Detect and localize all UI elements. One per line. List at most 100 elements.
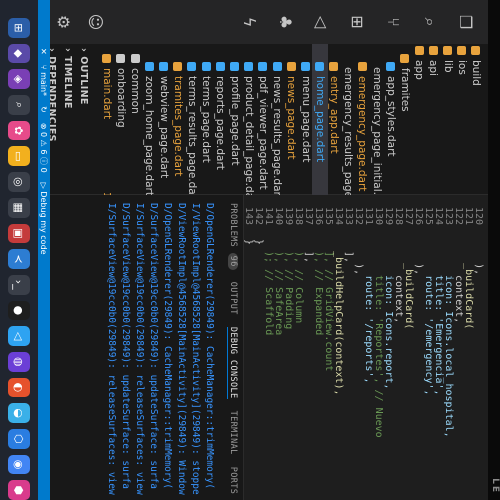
code-line[interactable]: ), // Expanded (313, 239, 324, 335)
dart-file-icon (272, 62, 282, 71)
start-menu-icon[interactable]: ⊞ (8, 18, 30, 38)
explorer-item[interactable]: profile_page.dart (227, 44, 243, 212)
explorer-item[interactable]: lib (440, 44, 456, 196)
files-icon[interactable]: ❐ (454, 10, 478, 34)
explorer-item[interactable]: emergency_page_initial.dart (369, 44, 385, 217)
explorer-item[interactable]: news_page.dart2 (283, 44, 299, 212)
python-icon[interactable]: ♣ (274, 10, 298, 34)
code-line[interactable]: } (253, 239, 264, 245)
search-icon[interactable]: ⌕ (418, 10, 442, 34)
code-line[interactable]: title: 'Emergencia', (433, 239, 444, 395)
outline-section[interactable]: › OUTLINE (76, 44, 92, 194)
code-line[interactable]: icon: Icons.report, (383, 239, 394, 389)
tab-problems[interactable]: PROBLEMS 96 (228, 203, 238, 270)
app-orange-icon[interactable]: ◐ (8, 377, 30, 398)
line-number: 129 (383, 206, 394, 225)
chrome-canary-icon[interactable]: ◎ (8, 172, 30, 192)
explorer-item-label: news_results_page.dart (271, 76, 284, 200)
flutter-taskbar-icon[interactable]: ◁ (8, 326, 30, 346)
code-line[interactable]: ), // Padding (283, 239, 294, 329)
search-taskbar-icon[interactable]: ⌕ (8, 95, 30, 115)
bolt-icon[interactable]: ϟ (238, 10, 262, 34)
code-line[interactable]: ), // SafeArea (273, 239, 284, 335)
code-line[interactable]: icon: Icons.local_hospital, (443, 239, 454, 438)
explorer-item[interactable]: main.dart1 (99, 44, 115, 204)
explorer-item[interactable]: ios (454, 44, 470, 196)
explorer-panel: build ios lib api app framites app_styles.dart… (38, 44, 488, 223)
tab-debug-console[interactable]: DEBUG CONSOLE (227, 326, 239, 399)
gear-icon[interactable]: ⚙ (52, 10, 76, 34)
explorer-item[interactable]: entry_app.dart1 (326, 44, 342, 212)
explorer-item[interactable]: terms_page.dart (198, 44, 214, 212)
app-pink-icon[interactable]: ⬢ (8, 480, 30, 500)
explorer-item[interactable]: news_results_page.dart (269, 44, 285, 212)
source-control-icon[interactable]: ⑂ (382, 10, 406, 34)
explorer-item[interactable]: app_styles.dart (383, 44, 399, 212)
code-line[interactable]: ), (413, 239, 424, 275)
code-line[interactable]: context, (453, 239, 464, 323)
explorer-item[interactable]: app (411, 44, 427, 196)
code-editor[interactable]: 120 ), 121 _buildCard(122 context, 123 ico… (243, 195, 488, 500)
problems-indicator[interactable]: ⊗ 0 ⚠ 6 ⓘ 0 (39, 123, 50, 173)
folder-icon (471, 46, 481, 55)
code-line[interactable]: ), (353, 239, 364, 275)
code-line[interactable]: context, (393, 239, 404, 323)
timeline-section[interactable]: › TIMELINE (60, 44, 76, 194)
edge-icon[interactable]: ◒ (8, 403, 30, 423)
code-line[interactable]: _buildHelpCard(context), (333, 239, 344, 396)
app-red-icon[interactable]: ▣ (8, 223, 30, 244)
explorer-item[interactable]: webview_page.dart (156, 44, 172, 212)
code-line[interactable]: route: '/reports', (363, 239, 374, 383)
code-line[interactable]: route: '/emergency', (423, 239, 434, 395)
code-line[interactable]: ], (343, 239, 354, 263)
explorer-item[interactable]: home_page.dartM (311, 44, 328, 212)
explorer-item[interactable]: emergency_results_page.dart (340, 44, 356, 223)
explorer-item[interactable]: menu_page.dart (298, 44, 314, 212)
app-icon[interactable]: ◈ (8, 69, 30, 90)
code-line[interactable]: _buildCard( (403, 239, 414, 329)
app-purple-icon[interactable]: ◍ (8, 351, 30, 372)
sync-icon[interactable]: ↻ (40, 106, 49, 113)
branch-indicator[interactable]: ⑂ main* (40, 65, 49, 96)
explorer-item[interactable]: build (468, 44, 484, 196)
code-line[interactable]: _buildCard( (463, 239, 474, 329)
code-line[interactable]: title: 'Reportes', // Nuevo (373, 239, 384, 438)
app-grid-icon[interactable]: ▦ (8, 197, 30, 218)
code-line[interactable]: ); // Scaffold (263, 239, 274, 335)
tab-terminal[interactable]: TERMINAL (228, 411, 238, 455)
explorer-item[interactable]: reports_page.dart (212, 44, 228, 212)
code-line[interactable]: ), (473, 239, 484, 275)
extensions-icon[interactable]: ⊞ (346, 10, 370, 34)
explorer-item[interactable]: onboarding (113, 44, 129, 204)
explorer-item[interactable]: tramites_page.dart1 (170, 44, 186, 212)
code-line[interactable]: ], // GridView.count (323, 239, 334, 371)
photos-icon[interactable]: ✿ (8, 120, 30, 141)
debug-log-line: D/ViewRootImpl@4568528[MainActivity](298… (176, 203, 187, 495)
code-line[interactable]: } (243, 239, 254, 245)
vscode-icon[interactable]: ≺ (8, 249, 30, 269)
code-line[interactable]: ), // Column (293, 239, 304, 323)
tab-output[interactable]: OUTPUT (228, 282, 238, 315)
windows-taskbar: ⊞ ◆ ◈ ⌕ ✿ ▭ ◎ ▦ ▣ ≺ ›_ ● ◁ ◍ ◐ ◒ ⬡ ◉ ⬢ (0, 0, 38, 500)
terminal-icon[interactable]: ›_ (8, 274, 30, 295)
explorer-item-label: build (470, 60, 482, 86)
remote-icon[interactable]: ✕ (40, 48, 49, 55)
explorer-item[interactable]: framites (397, 44, 413, 204)
code-line[interactable]: ], (303, 239, 314, 263)
explorer-item[interactable]: zoom_home_page.dart (141, 44, 157, 212)
tab-ports[interactable]: PORTS (228, 467, 238, 495)
file-explorer-icon[interactable]: ▭ (8, 146, 30, 167)
explorer-item[interactable]: common (127, 44, 143, 204)
debug-status[interactable]: ▷ Debug my code (40, 183, 49, 255)
explorer-item[interactable]: terms_results_page.dart (184, 44, 200, 212)
app-blue-icon[interactable]: ⬡ (8, 429, 30, 449)
account-icon[interactable]: ☺ (84, 10, 108, 34)
chrome-icon[interactable]: ◉ (8, 454, 30, 475)
explorer-item[interactable]: emergency_page.dart1 (354, 44, 370, 212)
copilot-icon[interactable]: ◆ (8, 43, 30, 64)
explorer-item[interactable]: product_detail_page.dart (241, 44, 257, 212)
explorer-item[interactable]: api (425, 44, 441, 196)
explorer-item[interactable]: pdf_viewer_page.dart (255, 44, 271, 212)
flutter-icon[interactable]: ◁ (310, 10, 334, 34)
github-icon[interactable]: ● (8, 300, 30, 321)
